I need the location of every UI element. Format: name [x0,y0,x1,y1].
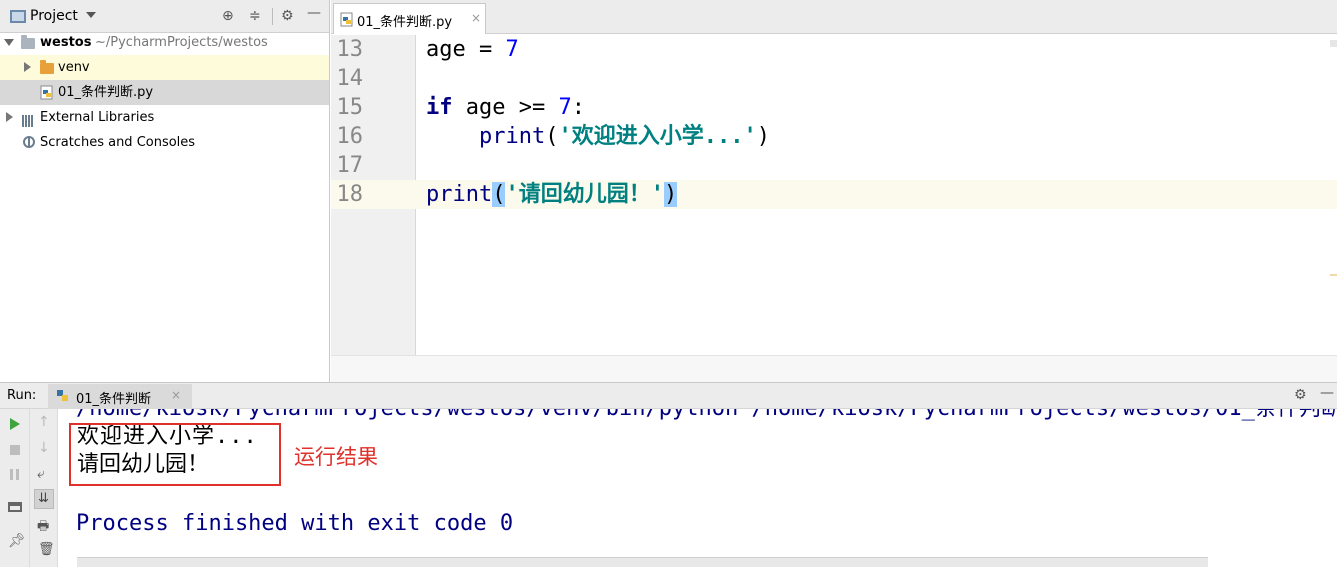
library-icon [22,111,34,127]
gear-icon[interactable]: ⚙ [1294,387,1307,403]
line-number: 16 [336,124,364,149]
scratches-icon [23,136,35,148]
trash-icon[interactable]: 🗑︎ [38,542,55,557]
toolbar-separator [272,8,273,25]
down-arrow-icon[interactable]: ↓ [38,440,50,456]
expand-arrow-icon[interactable] [6,112,13,122]
console-command-line: /home/kiosk/PycharmProjects/westos/venv/… [76,409,1337,423]
project-name: westos [40,35,92,50]
code-token: age >= [452,95,559,120]
editor-tab-label: 01_条件判断.py [357,15,453,30]
run-toolbar-secondary: ↑ ↓ ⤶ ⇊ 🖶︎ 🗑︎ [30,409,58,567]
line-number: 15 [336,95,364,120]
folder-icon [40,60,54,74]
pin-icon[interactable]: 📌︎ [8,533,26,549]
code-line: if age >= 7: [426,93,585,122]
code-token: ( [492,182,506,207]
code-token: ( [545,124,559,149]
expand-arrow-icon[interactable] [24,62,31,72]
tree-item-scratches[interactable]: Scratches and Consoles [0,130,329,155]
python-file-icon [340,12,353,27]
editor-bottom-strip [331,355,1337,382]
horizontal-scrollbar[interactable] [77,557,1208,567]
project-path: ~/PycharmProjects/westos [95,35,268,50]
expand-arrow-icon[interactable] [4,39,14,46]
code-token: 7 [505,37,519,62]
code-token: '欢迎进入小学...' [558,124,757,149]
scroll-end-button[interactable]: ⇊ [34,489,54,509]
tree-item-label: External Libraries [40,110,155,125]
console-exit-message: Process finished with exit code 0 [76,511,514,536]
gear-icon[interactable]: ⚙ [281,9,294,23]
pause-icon[interactable] [10,469,13,480]
print-icon[interactable]: 🖶︎ [37,517,49,539]
run-toolbar: 📌︎ [0,409,30,567]
target-icon[interactable]: ⊕ [222,9,234,23]
code-token: if [426,95,453,120]
wrap-icon[interactable]: ⤶ [37,466,45,482]
up-arrow-icon[interactable]: ↑ [38,414,50,430]
scroll-marker [1330,40,1337,47]
chevron-down-icon[interactable] [86,12,96,18]
code-line: print('欢迎进入小学...') [426,122,770,151]
tree-item-venv[interactable]: venv [0,55,329,80]
scroll-marker [1330,274,1337,276]
stop-icon[interactable] [10,445,20,455]
editor-tab[interactable]: 01_条件判断.py × [333,3,486,34]
tree-item-label: 01_条件判断.py [58,85,154,100]
project-panel-title[interactable]: Project [30,8,78,24]
layout-icon[interactable] [8,502,22,512]
minimize-icon[interactable]: — [1320,385,1334,401]
code-line: print('请回幼儿园！') [426,180,678,209]
python-file-icon [40,85,53,100]
run-icon[interactable] [10,418,20,430]
pause-icon-bar [16,469,19,480]
tree-item-external-libraries[interactable]: External Libraries [0,105,329,130]
python-file-icon [57,390,68,401]
run-label: Run: [7,388,37,403]
code-token: ) [756,124,770,149]
folder-icon [21,35,35,49]
code-token: age = [426,37,506,62]
code-token: 7 [558,95,572,120]
collapse-icon[interactable]: ≑ [249,9,261,23]
tree-item-file[interactable]: 01_条件判断.py [0,80,329,105]
window-icon [10,10,26,23]
result-annotation-label: 运行结果 [294,445,378,469]
tree-item-westos[interactable]: westos ~/PycharmProjects/westos [0,30,329,55]
project-panel-header: Project ⊕ ≑ ⚙ — [0,0,329,33]
minimize-icon[interactable]: — [307,6,321,20]
code-token: print [426,124,546,149]
run-panel-header: Run: 01_条件判断 × ⚙ — [0,382,1337,409]
code-line: age = 7 [426,35,519,64]
run-tab-label: 01_条件判断 [76,392,152,407]
line-number: 14 [336,66,364,91]
line-number: 13 [336,37,364,62]
code-token: : [571,95,585,120]
tree-item-label: venv [58,60,90,75]
close-icon[interactable]: × [471,11,481,25]
tree-item-label: Scratches and Consoles [40,135,196,150]
code-token: '请回幼儿园！' [505,182,664,207]
code-token: print [426,182,493,207]
close-icon[interactable]: × [171,388,181,402]
result-highlight-box [69,423,281,486]
code-token: ) [663,182,678,207]
line-number: 17 [336,153,364,178]
run-tab[interactable]: 01_条件判断 × [48,384,192,409]
line-number: 18 [336,182,364,207]
scroll-end-icon: ⇊ [38,491,49,506]
